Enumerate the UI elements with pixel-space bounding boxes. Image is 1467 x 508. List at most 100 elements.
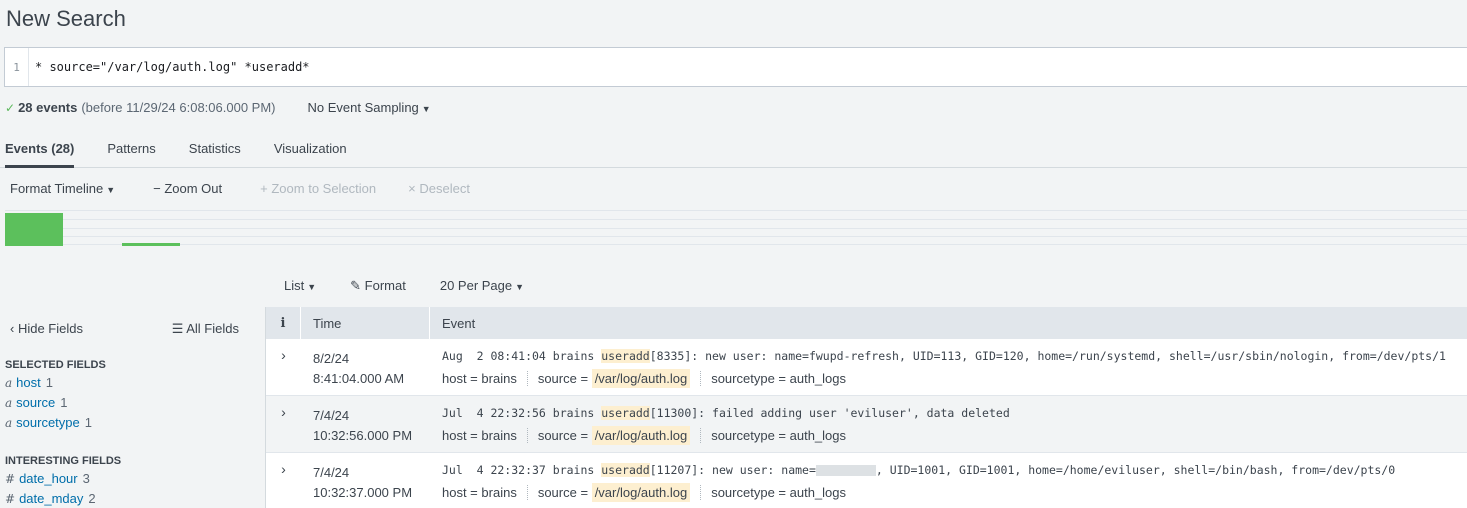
field-count: 1 (45, 375, 53, 390)
field-type: # (5, 492, 16, 506)
event-time: 10:32:37.000 PM (313, 485, 413, 500)
raw-rest: [11300]: failed adding user 'eviluser', … (649, 406, 1010, 420)
event-sampling-dropdown[interactable]: No Event Sampling ▼ (308, 100, 431, 115)
expand-row-icon[interactable]: › (266, 453, 301, 508)
field-date-mday[interactable]: # date_mday 2 (0, 491, 265, 507)
tab-visualization[interactable]: Visualization (274, 131, 347, 168)
field-count: 1 (60, 395, 68, 410)
field-name[interactable]: host (16, 375, 41, 390)
field-source[interactable]: a source 1 (0, 395, 265, 411)
per-page-label: 20 Per Page (439, 278, 513, 293)
meta-source: source = /var/log/auth.log (526, 425, 700, 445)
meta-sourcetype: sourcetype = auth_logs (700, 370, 856, 386)
field-date-hour[interactable]: # date_hour 3 (0, 471, 265, 487)
table-row: › 7/4/24 10:32:56.000 PM Jul 4 22:32:56 b… (266, 396, 1467, 453)
event-date: 7/4/24 (313, 465, 350, 480)
search-time-range: (before 11/29/24 6:08:06.000 PM) (81, 100, 276, 115)
info-column-header: i (266, 307, 301, 339)
all-fields-button[interactable]: ☰ All Fields (172, 321, 239, 337)
meta-sourcetype-label: sourcetype = (711, 370, 786, 386)
expand-row-icon[interactable]: › (266, 396, 301, 452)
all-fields-label: All Fields (186, 321, 239, 336)
highlighted-keyword[interactable]: useradd (601, 349, 650, 363)
table-row: › 7/4/24 10:32:37.000 PM Jul 4 22:32:37 b… (266, 453, 1467, 508)
timeline-gridline (5, 236, 1467, 237)
format-timeline-label: Format Timeline (10, 181, 104, 196)
raw-rest: [8335]: new user: name=fwupd-refresh, UI… (649, 349, 1446, 363)
timeline-bar[interactable] (122, 243, 180, 246)
format-button[interactable]: ✎ Format (350, 278, 406, 294)
field-name[interactable]: sourcetype (16, 415, 80, 430)
deselect-button[interactable]: × Deselect (408, 181, 470, 196)
meta-host-value[interactable]: brains (481, 371, 516, 386)
search-query-input[interactable]: * source="/var/log/auth.log" *useradd* (29, 60, 310, 74)
field-type: # (5, 472, 16, 486)
event-timeline[interactable] (5, 210, 1467, 246)
plus-icon: + (260, 181, 272, 196)
meta-source-label: source = (537, 427, 589, 443)
event-date: 7/4/24 (313, 408, 350, 423)
list-icon: ☰ (171, 321, 187, 336)
timeline-gridline (5, 244, 1467, 245)
meta-source-value[interactable]: /var/log/auth.log (591, 368, 691, 388)
raw-prefix: Jul 4 22:32:37 brains (442, 463, 602, 477)
meta-host: host = brains (442, 428, 527, 443)
event-date: 8/2/24 (313, 351, 350, 366)
caret-down-icon: ▼ (515, 282, 525, 292)
field-type: a (5, 376, 13, 390)
meta-sourcetype-label: sourcetype = (711, 484, 786, 500)
highlighted-keyword[interactable]: useradd (601, 463, 650, 477)
results-tabs: Events (28) Patterns Statistics Visualiz… (0, 131, 1467, 168)
timeline-gridline (5, 219, 1467, 220)
meta-source-value[interactable]: /var/log/auth.log (591, 425, 691, 445)
event-time: 8:41:04.000 AM (313, 371, 405, 386)
event-column-header: Event (442, 315, 476, 331)
table-row: › 8/2/24 8:41:04.000 AM Aug 2 08:41:04 br… (266, 339, 1467, 396)
zoom-to-selection-label: Zoom to Selection (271, 181, 377, 196)
tab-statistics[interactable]: Statistics (189, 131, 241, 168)
raw-prefix: Jul 4 22:32:56 brains (442, 406, 602, 420)
format-timeline-button[interactable]: Format Timeline ▼ (10, 181, 115, 196)
field-name[interactable]: date_mday (19, 491, 83, 506)
zoom-to-selection-button[interactable]: + Zoom to Selection (260, 181, 376, 196)
field-name[interactable]: source (16, 395, 55, 410)
search-status: ✓ 28 events (before 11/29/24 6:08:06.000… (5, 100, 431, 115)
check-icon: ✓ (5, 100, 16, 115)
time-column-header[interactable]: Time (301, 307, 430, 339)
meta-host-value[interactable]: brains (481, 428, 516, 443)
meta-sourcetype-value[interactable]: auth_logs (790, 428, 846, 443)
field-sourcetype[interactable]: a sourcetype 1 (0, 415, 265, 431)
meta-source-value[interactable]: /var/log/auth.log (591, 482, 691, 502)
expand-row-icon[interactable]: › (266, 339, 301, 395)
field-name[interactable]: date_hour (19, 471, 78, 486)
field-count: 1 (84, 415, 92, 430)
raw-rest-2: , UID=1001, GID=1001, home=/home/eviluse… (875, 463, 1396, 477)
events-count: 28 events (18, 100, 78, 115)
meta-host-label: host = (442, 370, 478, 386)
meta-sourcetype-value[interactable]: auth_logs (790, 485, 846, 500)
meta-host-value[interactable]: brains (481, 485, 516, 500)
page-title: New Search (6, 6, 126, 31)
caret-down-icon: ▼ (421, 104, 431, 114)
search-bar[interactable]: 1 * source="/var/log/auth.log" *useradd* (4, 47, 1467, 87)
tab-events[interactable]: Events (28) (5, 131, 75, 168)
timeline-bar[interactable] (5, 213, 63, 246)
field-count: 3 (82, 471, 90, 486)
meta-source-label: source = (537, 484, 589, 500)
meta-source: source = /var/log/auth.log (526, 482, 700, 502)
event-sampling-label: No Event Sampling (307, 100, 419, 115)
meta-sourcetype-value[interactable]: auth_logs (790, 371, 846, 386)
raw-event: Aug 2 08:41:04 brains useradd[8335]: new… (442, 347, 1467, 365)
list-view-dropdown[interactable]: List ▼ (284, 278, 316, 294)
per-page-dropdown[interactable]: 20 Per Page ▼ (440, 278, 524, 294)
timeline-toolbar: Format Timeline ▼ − Zoom Out + Zoom to Se… (10, 181, 502, 196)
field-host[interactable]: a host 1 (0, 375, 265, 391)
zoom-out-button[interactable]: − Zoom Out (153, 181, 222, 196)
highlighted-keyword[interactable]: useradd (601, 406, 650, 420)
hide-fields-button[interactable]: ‹ Hide Fields (10, 321, 83, 337)
raw-event: Jul 4 22:32:56 brains useradd[11300]: fa… (442, 404, 1467, 422)
raw-rest: [11207]: new user: name= (649, 463, 816, 477)
tab-patterns[interactable]: Patterns (107, 131, 155, 168)
minus-icon: − (153, 181, 165, 196)
raw-event: Jul 4 22:32:37 brains useradd[11207]: ne… (442, 461, 1467, 479)
